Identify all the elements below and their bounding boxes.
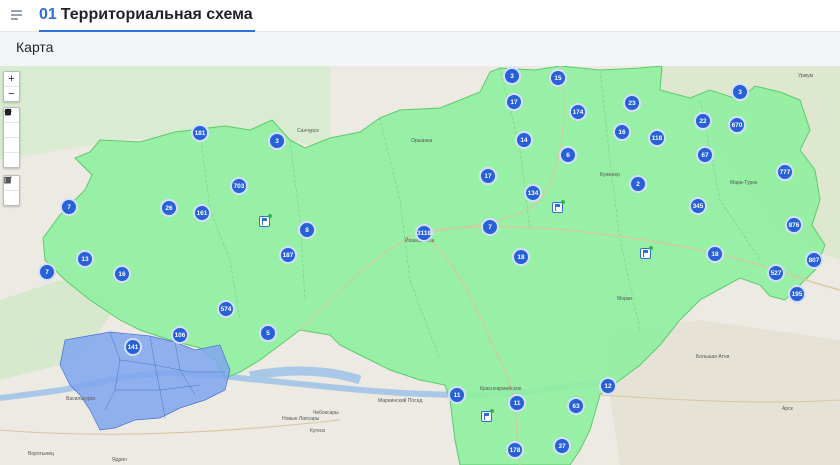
cluster-marker[interactable]: 11 bbox=[448, 386, 466, 404]
cluster-marker[interactable]: 3 bbox=[503, 67, 521, 85]
cluster-marker[interactable]: 17 bbox=[479, 167, 497, 185]
section-number: 01 bbox=[39, 6, 57, 23]
map-canvas[interactable]: Санчурск Оршанка Чебоксары Мариинский По… bbox=[0, 66, 840, 465]
city-label: Арск bbox=[782, 406, 793, 412]
cluster-marker[interactable]: 23 bbox=[623, 94, 641, 112]
cluster-marker[interactable]: 106 bbox=[171, 326, 189, 344]
cluster-marker[interactable]: 8 bbox=[298, 221, 316, 239]
city-label: Мариинский Посад bbox=[378, 398, 423, 404]
cluster-marker[interactable]: 134 bbox=[524, 184, 542, 202]
cluster-marker[interactable]: 63 bbox=[567, 397, 585, 415]
cluster-marker[interactable]: 18 bbox=[512, 248, 530, 266]
cluster-marker[interactable]: 37 bbox=[553, 437, 571, 455]
cluster-marker[interactable]: 703 bbox=[230, 177, 248, 195]
cluster-marker[interactable]: 67 bbox=[696, 146, 714, 164]
cluster-marker[interactable]: 174 bbox=[569, 103, 587, 121]
draw-toolbar bbox=[3, 107, 20, 168]
city-label: Мари-Турек bbox=[730, 180, 758, 186]
cluster-marker[interactable]: 11 bbox=[508, 394, 526, 412]
rectangle-draw-icon[interactable] bbox=[4, 109, 19, 153]
page-title: 01 Территориальная схема bbox=[39, 4, 255, 32]
cluster-marker[interactable]: 161 bbox=[193, 204, 211, 222]
cluster-marker[interactable]: 118 bbox=[648, 129, 666, 147]
section-title: Территориальная схема bbox=[60, 6, 253, 23]
city-label: Новые Лапсары bbox=[282, 416, 320, 422]
flag-marker[interactable] bbox=[640, 246, 653, 259]
cluster-marker[interactable]: 574 bbox=[217, 300, 235, 318]
zoom-control: + − bbox=[3, 71, 20, 102]
cluster-marker[interactable]: 345 bbox=[689, 197, 707, 215]
cluster-marker[interactable]: 527 bbox=[767, 264, 785, 282]
city-label: Воротынец bbox=[28, 451, 54, 457]
cluster-marker[interactable]: 12 bbox=[599, 377, 617, 395]
cluster-marker[interactable]: 807 bbox=[805, 251, 823, 269]
city-label: Большая Атня bbox=[696, 354, 730, 360]
trash-icon[interactable] bbox=[4, 176, 19, 205]
cluster-marker[interactable]: 14 bbox=[515, 131, 533, 149]
cluster-marker[interactable]: 16 bbox=[113, 265, 131, 283]
cluster-marker[interactable]: 17 bbox=[505, 93, 523, 111]
city-label: Оршанка bbox=[411, 138, 433, 144]
cluster-marker[interactable]: 181 bbox=[191, 124, 209, 142]
city-label: Уржум bbox=[798, 73, 814, 79]
zoom-in-button[interactable]: + bbox=[4, 72, 19, 87]
polygon-draw-icon[interactable] bbox=[4, 108, 19, 138]
cluster-marker[interactable]: 670 bbox=[728, 116, 746, 134]
zoom-out-button[interactable]: − bbox=[4, 87, 19, 101]
cluster-marker[interactable]: 141 bbox=[124, 338, 142, 356]
city-label: Кугеси bbox=[310, 428, 326, 434]
cluster-marker[interactable]: 195 bbox=[788, 285, 806, 303]
cluster-marker[interactable]: 16 bbox=[613, 123, 631, 141]
cluster-marker[interactable]: 18 bbox=[706, 245, 724, 263]
menu-icon[interactable] bbox=[11, 9, 25, 21]
cluster-marker[interactable]: 7 bbox=[481, 218, 499, 236]
cluster-marker[interactable]: 26 bbox=[160, 199, 178, 217]
city-label: Ядрин bbox=[112, 457, 127, 463]
city-label: Красноармейское bbox=[480, 386, 522, 392]
flag-marker[interactable] bbox=[259, 214, 272, 227]
edit-toolbar bbox=[3, 175, 20, 206]
top-header: 01 Территориальная схема bbox=[0, 0, 840, 32]
cluster-marker[interactable]: 5 bbox=[259, 324, 277, 342]
cluster-marker[interactable]: 3 bbox=[731, 83, 749, 101]
flag-marker[interactable] bbox=[481, 409, 494, 422]
cluster-marker[interactable]: 15 bbox=[549, 69, 567, 87]
cluster-marker[interactable]: 6 bbox=[559, 146, 577, 164]
cluster-marker[interactable]: 178 bbox=[506, 441, 524, 459]
cluster-marker[interactable]: 3 bbox=[268, 132, 286, 150]
cluster-marker[interactable]: 876 bbox=[785, 216, 803, 234]
city-label: Морки bbox=[617, 296, 632, 302]
city-label: Санчурск bbox=[297, 128, 319, 134]
city-label: Васильсурск bbox=[66, 396, 96, 402]
map-section-title: Карта bbox=[16, 39, 54, 55]
circle-draw-icon[interactable] bbox=[4, 108, 19, 167]
cluster-marker[interactable]: 7 bbox=[60, 198, 78, 216]
cluster-marker[interactable]: 777 bbox=[776, 163, 794, 181]
cluster-marker[interactable]: 187 bbox=[279, 246, 297, 264]
city-label: Куженер bbox=[600, 172, 620, 178]
cluster-marker[interactable]: 7 bbox=[38, 263, 56, 281]
cluster-marker[interactable]: 3118 bbox=[415, 224, 433, 242]
cluster-marker[interactable]: 22 bbox=[694, 112, 712, 130]
cluster-marker[interactable]: 2 bbox=[629, 175, 647, 193]
cluster-marker[interactable]: 13 bbox=[76, 250, 94, 268]
flag-marker[interactable] bbox=[552, 200, 565, 213]
sub-header: Карта bbox=[0, 32, 840, 66]
